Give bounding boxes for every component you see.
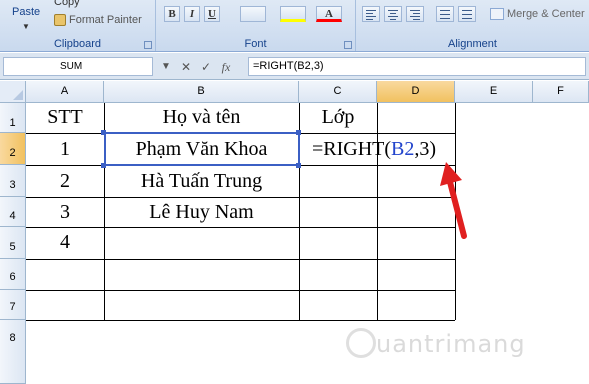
insert-function-icon[interactable]: fx <box>220 60 232 74</box>
column-header-f[interactable]: F <box>533 81 589 103</box>
enter-icon[interactable]: ✓ <box>200 60 212 74</box>
cell-a5[interactable]: 4 <box>26 231 104 254</box>
borders-icon[interactable] <box>240 6 266 22</box>
align-left-icon[interactable] <box>362 6 380 22</box>
column-header-b[interactable]: B <box>104 81 299 103</box>
underline-button[interactable]: U <box>204 6 220 22</box>
column-header-c[interactable]: C <box>299 81 377 103</box>
grid-line <box>26 227 455 228</box>
grid-line <box>377 103 378 320</box>
cell-b1[interactable]: Họ và tên <box>104 106 299 129</box>
row-header-7[interactable]: 7 <box>0 290 26 320</box>
cell-a4[interactable]: 3 <box>26 201 104 224</box>
clipboard-group-label: Clipboard <box>53 38 102 50</box>
bold-button[interactable]: B <box>164 6 180 22</box>
align-right-icon[interactable] <box>406 6 424 22</box>
grid-line <box>26 290 455 291</box>
reference-highlight <box>104 132 300 166</box>
format-painter-button[interactable]: Format Painter <box>54 14 142 26</box>
cell-a3[interactable]: 2 <box>26 170 104 193</box>
reference-handle[interactable] <box>296 163 301 168</box>
ribbon: Paste ▼ Copy Format Painter Clipboard B … <box>0 0 589 52</box>
paste-dropdown-icon[interactable]: ▼ <box>22 22 30 31</box>
reference-handle[interactable] <box>101 163 106 168</box>
formula-prefix: =RIGHT( <box>312 138 392 160</box>
red-arrow-icon <box>440 162 467 239</box>
column-header-e[interactable]: E <box>455 81 533 103</box>
cancel-icon[interactable]: ✕ <box>180 60 192 74</box>
reference-handle[interactable] <box>296 130 301 135</box>
row-header-5[interactable]: 5 <box>0 227 26 259</box>
name-box-dropdown-icon[interactable]: ▼ <box>160 60 172 74</box>
row-header-4[interactable]: 4 <box>0 197 26 227</box>
cell-a2[interactable]: 1 <box>26 138 104 161</box>
merge-icon <box>490 8 504 20</box>
select-all-corner[interactable] <box>0 81 26 103</box>
fill-color-icon[interactable] <box>280 6 306 22</box>
row-header-2[interactable]: 2 <box>0 133 26 165</box>
align-center-icon[interactable] <box>384 6 402 22</box>
copy-button[interactable]: Copy <box>54 0 80 8</box>
grid-line <box>26 197 455 198</box>
font-launcher-icon[interactable] <box>344 41 352 49</box>
paste-button[interactable]: Paste <box>12 6 40 18</box>
watermark: uantrimang <box>376 330 526 358</box>
row-header-3[interactable]: 3 <box>0 165 26 197</box>
column-header-d[interactable]: D <box>377 81 455 103</box>
column-header-a[interactable]: A <box>26 81 104 103</box>
cell-c2-editing[interactable]: =RIGHT(B2,3) <box>312 138 436 161</box>
formula-reference: B2 <box>391 138 415 160</box>
format-painter-icon <box>54 14 66 26</box>
name-box[interactable]: SUM <box>3 57 153 76</box>
clipboard-launcher-icon[interactable] <box>144 41 152 49</box>
decrease-indent-icon[interactable] <box>436 6 454 22</box>
format-painter-label: Format Painter <box>69 14 142 26</box>
row-header-1[interactable]: 1 <box>0 103 26 133</box>
formula-bar: SUM ▼ ✕ ✓ fx =RIGHT(B2,3) <box>0 53 589 80</box>
formula-tools: ▼ ✕ ✓ fx <box>160 57 232 76</box>
cell-b4[interactable]: Lê Huy Nam <box>104 201 299 224</box>
italic-button[interactable]: I <box>184 6 200 22</box>
alignment-group-label: Alignment <box>448 38 497 50</box>
reference-handle[interactable] <box>101 130 106 135</box>
formula-suffix: ,3) <box>414 138 437 160</box>
row-header-8[interactable]: 8 <box>0 320 26 384</box>
grid-line <box>26 259 455 260</box>
cell-a1[interactable]: STT <box>26 106 104 129</box>
merge-center-button[interactable]: Merge & Center <box>490 8 585 20</box>
cell-c1[interactable]: Lớp <box>299 106 377 129</box>
font-color-icon[interactable]: A <box>316 6 342 22</box>
increase-indent-icon[interactable] <box>458 6 476 22</box>
clipboard-group: Paste ▼ Copy Format Painter Clipboard <box>0 0 156 51</box>
font-group: B I U A Font <box>156 0 356 51</box>
formula-input[interactable]: =RIGHT(B2,3) <box>248 57 586 76</box>
grid-line <box>26 320 455 321</box>
merge-center-label: Merge & Center <box>507 8 585 20</box>
cell-b3[interactable]: Hà Tuấn Trung <box>104 170 299 193</box>
row-header-6[interactable]: 6 <box>0 259 26 290</box>
watermark-logo-icon <box>346 328 376 358</box>
font-group-label: Font <box>244 38 267 50</box>
